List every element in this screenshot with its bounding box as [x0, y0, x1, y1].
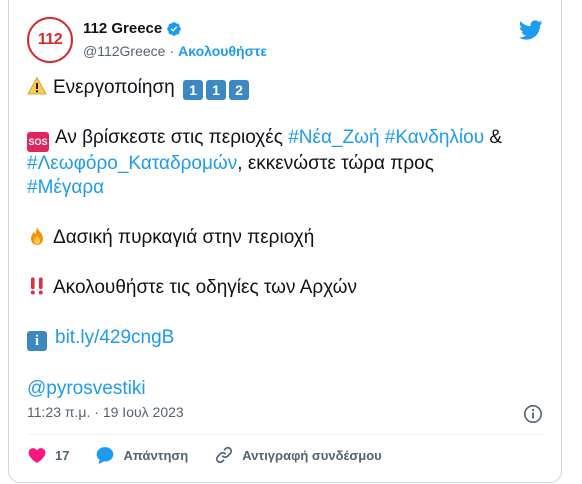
keycap-1b-icon: 1	[206, 80, 227, 100]
link-icon	[216, 446, 233, 464]
areas-text: Αν βρίσκεστε στις περιοχές	[55, 127, 289, 148]
tweet-line-6: Ακολουθήστε τις οδηγίες των Αρχών	[27, 276, 547, 300]
tweet-line-1: Ενεργοποίηση 112	[27, 76, 547, 100]
double-exclamation-icon	[30, 277, 43, 295]
hashtag-megara[interactable]: #Μέγαρα	[27, 177, 104, 198]
follow-instructions-text: Ακολουθήστε τις οδηγίες των Αρχών	[53, 277, 358, 298]
forest-fire-text: Δασική πυρκαγιά στην περιοχή	[53, 227, 315, 248]
handle-row: @112Greece · Ακολουθήστε	[83, 43, 267, 59]
verified-badge-icon	[167, 21, 182, 36]
tweet-line-5: Δασική πυρκαγιά στην περιοχή	[27, 226, 547, 250]
tweet-line-8: @pyrosvestiki	[27, 377, 547, 401]
short-link[interactable]: bit.ly/429cngB	[55, 327, 174, 348]
tweet-line-2: SOS Αν βρίσκεστε στις περιοχές #Νέα_Ζωή #…	[27, 126, 547, 152]
ampersand-text: &	[484, 127, 503, 148]
evacuate-text: , εκκενώστε τώρα προς	[237, 153, 434, 174]
heart-icon	[28, 448, 46, 463]
info-circle-icon[interactable]	[523, 404, 543, 424]
keycap-2-icon: 2	[229, 80, 250, 100]
author-handle[interactable]: @112Greece	[83, 43, 165, 59]
keycap-1-icon: 1	[183, 80, 204, 100]
tweet-line-3: #Λεωφόρο_Καταδρομών, εκκενώστε τώρα προς	[27, 152, 547, 176]
divider	[27, 434, 543, 435]
author-name-row: 112 Greece	[83, 20, 182, 37]
fire-icon	[31, 227, 43, 245]
hashtag-leoforo-katadromon[interactable]: #Λεωφόρο_Καταδρομών	[27, 153, 237, 174]
author-name[interactable]: 112 Greece	[83, 20, 162, 37]
timestamp-separator: ·	[94, 404, 99, 420]
sos-icon: SOS	[27, 132, 49, 152]
tweet-body: Ενεργοποίηση 112 SOS Αν βρίσκεστε στις πε…	[27, 76, 547, 401]
avatar[interactable]: 112	[27, 17, 73, 63]
hashtag-kandiliou[interactable]: #Κανδηλίου	[385, 127, 484, 148]
like-count: 17	[55, 447, 70, 463]
copy-link-label: Αντιγραφή συνδέσμου	[242, 447, 382, 463]
copy-link-button[interactable]: Αντιγραφή συνδέσμου	[214, 445, 382, 465]
twitter-bird-icon[interactable]	[519, 18, 543, 42]
activation-text: Ενεργοποίηση	[53, 77, 175, 98]
avatar-text: 112	[37, 31, 63, 48]
reply-label: Απάντηση	[123, 447, 189, 463]
tweet-card: 112 112 Greece @112Greece · Ακολουθήστε …	[8, 0, 562, 483]
follow-button[interactable]: Ακολουθήστε	[178, 43, 267, 59]
action-bar: 17 Απάντηση Αντιγραφή συνδέσμου	[27, 445, 408, 465]
tweet-date: 19 Ιουλ 2023	[102, 404, 184, 420]
tweet-line-4: #Μέγαρα	[27, 176, 547, 200]
hashtag-nea-zoi[interactable]: #Νέα_Ζωή	[288, 127, 379, 148]
mention-pyrosvestiki[interactable]: @pyrosvestiki	[27, 378, 146, 399]
reply-bubble-icon	[97, 447, 114, 464]
like-button[interactable]: 17	[27, 445, 69, 465]
timestamp[interactable]: 11:23 π.μ. · 19 Ιουλ 2023	[27, 404, 184, 420]
reply-button[interactable]: Απάντηση	[95, 445, 188, 465]
separator-dot: ·	[169, 43, 175, 59]
tweet-time: 11:23 π.μ.	[27, 404, 91, 420]
tweet-line-7: i bit.ly/429cngB	[27, 326, 547, 351]
warning-icon	[27, 76, 47, 95]
info-badge-icon: i	[27, 331, 47, 351]
